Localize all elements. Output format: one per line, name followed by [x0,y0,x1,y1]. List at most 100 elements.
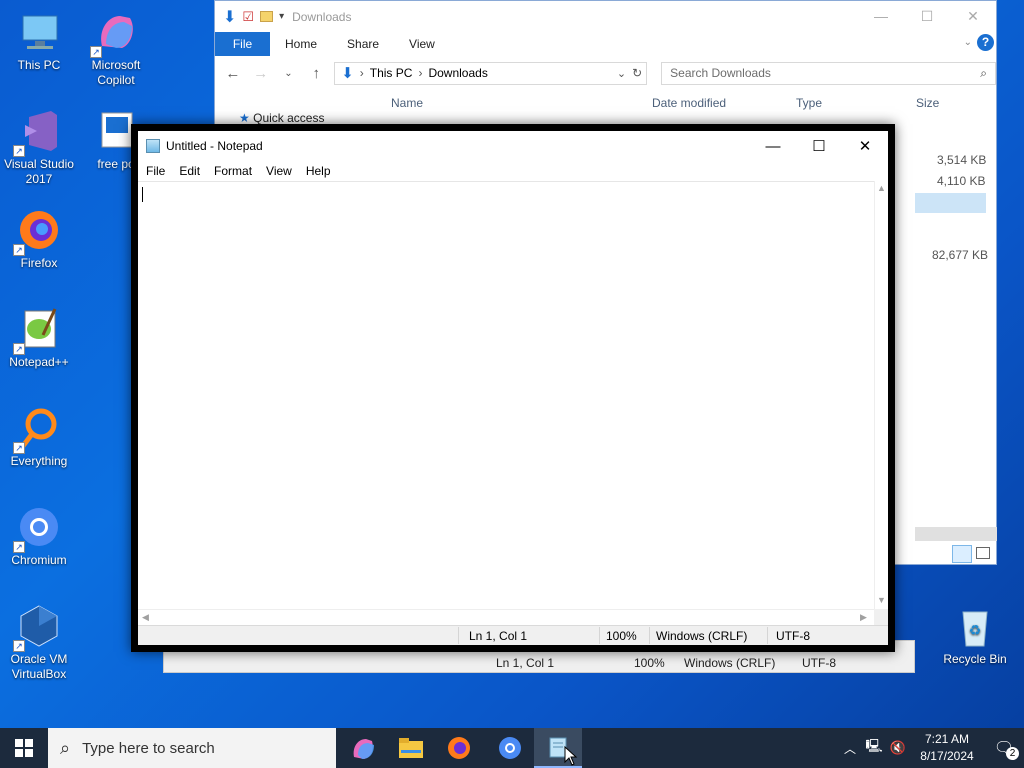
address-bar[interactable]: ⬇ › This PC › Downloads ⌄ ↻ [334,61,648,85]
minimize-icon[interactable]: — [858,1,904,31]
notifications-icon[interactable]: 🗨 2 [984,738,1024,760]
volume-muted-icon[interactable]: 🔇 [886,740,910,756]
tab-file[interactable]: File [215,32,270,56]
explorer-address-row: ← → ⌄ ↑ ⬇ › This PC › Downloads ⌄ ↻ Sear… [215,56,996,90]
scroll-up-icon[interactable]: ▲ [877,183,886,193]
desktop-icon-virtualbox[interactable]: ↗ Oracle VM VirtualBox [1,602,77,682]
vertical-scrollbar[interactable]: ▲ ▼ [874,181,888,609]
taskbar-file-explorer[interactable] [387,728,435,768]
status-zoom: 100% [606,629,637,643]
breadcrumb-this-pc[interactable]: This PC [370,66,413,80]
expand-ribbon-icon[interactable]: ⌄ [964,37,972,48]
desktop-icon-this-pc[interactable]: This PC [1,8,77,73]
notepad-window[interactable]: Untitled - Notepad — ☐ ✕ File Edit Forma… [131,124,895,652]
column-date-modified[interactable]: Date modified [652,96,726,110]
scroll-right-icon[interactable]: ▶ [860,612,867,623]
system-tray: ︿ 🖳 🔇 7:21 AM 8/17/2024 🗨 2 [838,728,1024,768]
tab-home[interactable]: Home [270,37,332,51]
notepad-menu-bar: File Edit Format View Help [138,161,888,181]
menu-view[interactable]: View [259,164,299,178]
taskbar-chromium[interactable] [486,728,534,768]
visual-studio-icon: ↗ [13,107,63,157]
start-button[interactable] [0,728,48,768]
desktop-icon-recycle-bin[interactable]: ♻ Recycle Bin [937,602,1013,667]
taskbar: ⌕ Type here to search ︿ 🖳 🔇 7:21 AM 8/17… [0,728,1024,768]
breadcrumb-separator-icon[interactable]: › [360,66,364,80]
desktop-icon-copilot[interactable]: ↗ Microsoft Copilot [78,8,154,88]
menu-file[interactable]: File [139,164,172,178]
horizontal-scrollbar[interactable] [915,527,997,541]
view-large-icons-icon[interactable] [976,547,990,559]
notepad-status-bar: Ln 1, Col 1 100% Windows (CRLF) UTF-8 [138,625,888,645]
show-hidden-icons-icon[interactable]: ︿ [838,740,862,757]
notepadpp-icon: ↗ [13,305,63,355]
shortcut-arrow-icon: ↗ [13,343,25,355]
forward-arrow-icon[interactable]: → [251,65,271,82]
everything-search-icon: ↗ [13,404,63,454]
taskbar-clock[interactable]: 7:21 AM 8/17/2024 [910,731,984,765]
shortcut-arrow-icon: ↗ [13,640,25,652]
properties-icon[interactable]: ☑ [242,9,254,25]
network-icon[interactable]: 🖳 [862,737,886,759]
taskbar-copilot[interactable] [339,728,387,768]
desktop-icon-firefox[interactable]: ↗ Firefox [1,206,77,271]
menu-format[interactable]: Format [207,164,259,178]
column-size[interactable]: Size [916,96,939,110]
desktop-icon-visual-studio[interactable]: ↗ Visual Studio 2017 [1,107,77,187]
taskbar-search-box[interactable]: ⌕ Type here to search [48,728,336,768]
selected-row-highlight[interactable] [915,193,986,213]
shortcut-arrow-icon: ↗ [13,442,25,454]
desktop-icon-label: Chromium [11,553,67,567]
explorer-title: Downloads [292,9,352,24]
status-eol: Windows (CRLF) [656,629,748,643]
search-icon: ⌕ [60,737,71,758]
maximize-icon[interactable]: ☐ [904,1,950,31]
status-separator [458,627,459,644]
refresh-icon[interactable]: ↻ [632,66,646,80]
clock-date: 8/17/2024 [920,749,974,763]
close-icon[interactable]: ✕ [950,1,996,31]
explorer-ribbon: File Home Share View ⌄ ? [215,32,996,56]
notepad-title: Untitled - Notepad [166,139,263,153]
desktop-icon-label: Everything [10,454,68,468]
copilot-icon [353,739,374,759]
taskbar-firefox[interactable] [435,728,483,768]
shortcut-arrow-icon: ↗ [90,46,102,58]
scroll-down-icon[interactable]: ▼ [877,595,886,605]
status-separator [649,627,650,644]
column-header-row: Name Date modified Type Size [215,89,998,119]
menu-help[interactable]: Help [299,164,338,178]
breadcrumb-downloads[interactable]: Downloads [428,66,487,80]
status-encoding: UTF-8 [802,656,836,670]
tab-share[interactable]: Share [332,37,394,51]
new-folder-icon[interactable] [260,11,274,22]
status-eol: Windows (CRLF) [684,656,776,670]
breadcrumb-separator-icon[interactable]: › [418,66,422,80]
explorer-search-input[interactable]: Search Downloads ⌕ [661,61,996,85]
address-dropdown-icon[interactable]: ⌄ [617,67,626,80]
back-arrow-icon[interactable]: ← [223,65,243,82]
recent-locations-icon[interactable]: ⌄ [279,68,299,79]
notepad-text-area[interactable] [138,181,874,609]
customize-quick-access-icon[interactable]: ▾ [279,11,284,22]
column-type[interactable]: Type [796,96,822,110]
clock-time: 7:21 AM [924,732,970,746]
horizontal-scrollbar[interactable]: ◀ ▶ [138,609,874,625]
up-arrow-icon[interactable]: ↑ [306,65,326,82]
notepad-title-bar[interactable]: Untitled - Notepad — ☐ ✕ [138,131,888,161]
download-arrow-icon: ⬇ [223,8,237,26]
scroll-left-icon[interactable]: ◀ [142,612,149,623]
desktop-icon-everything[interactable]: ↗ Everything [1,404,77,469]
menu-edit[interactable]: Edit [172,164,207,178]
virtualbox-icon: ↗ [13,602,63,652]
minimize-icon[interactable]: — [750,131,796,161]
desktop-icon-chromium[interactable]: ↗ Chromium [1,503,77,568]
file-size: 4,110 KB [937,174,986,188]
column-name[interactable]: Name [391,96,423,110]
tab-view[interactable]: View [394,37,450,51]
maximize-icon[interactable]: ☐ [796,131,842,161]
close-icon[interactable]: ✕ [842,131,888,161]
desktop-icon-notepadpp[interactable]: ↗ Notepad++ [1,305,77,370]
view-details-icon[interactable] [952,545,972,563]
help-icon[interactable]: ? [977,34,994,51]
